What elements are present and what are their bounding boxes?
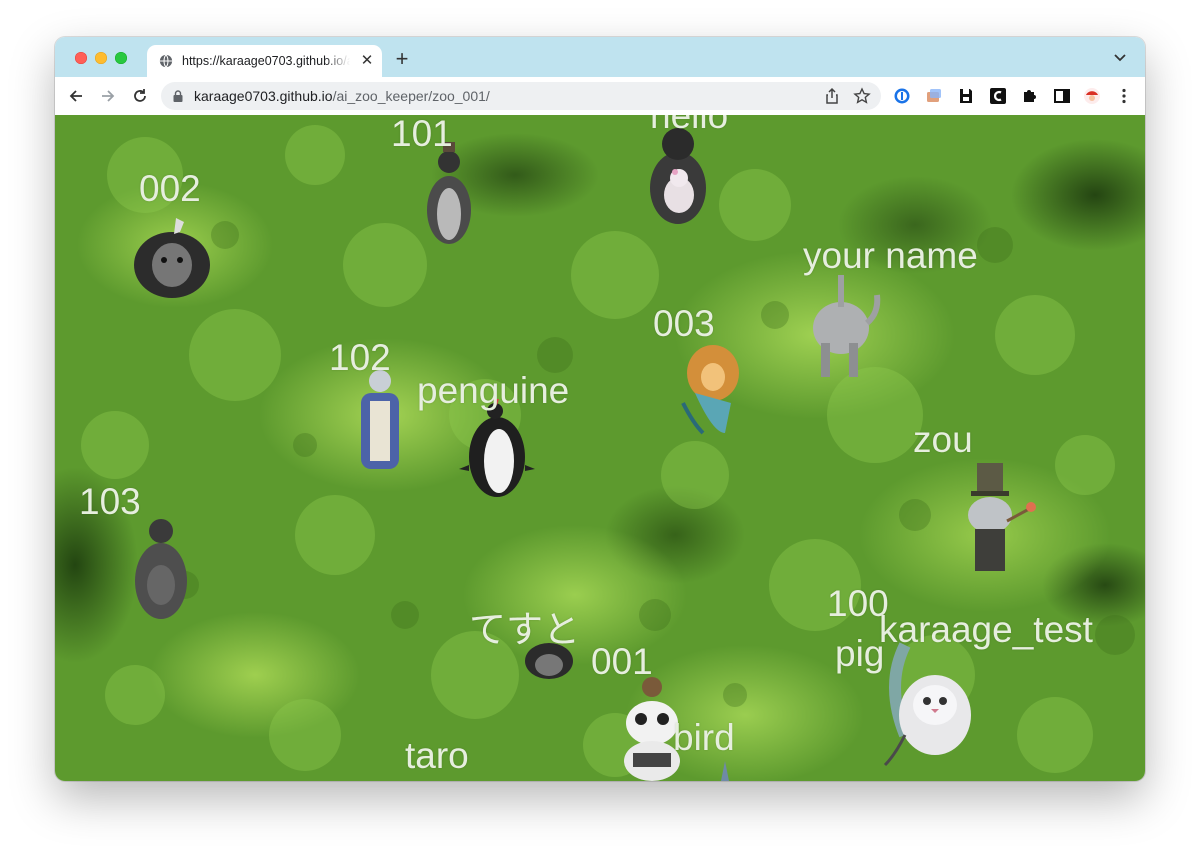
animal-label: 102 — [329, 337, 391, 378]
elephant-top-hat-animal[interactable] — [955, 463, 1039, 573]
close-tab-icon[interactable]: ✕ — [359, 53, 375, 69]
url-domain: karaage0703.github.io — [194, 88, 333, 104]
globe-icon — [159, 54, 173, 68]
tab-strip: https://karaage0703.github.io/ai_zoo_kee… — [55, 37, 1145, 77]
password-manager-icon[interactable] — [893, 87, 911, 105]
animal-label: hello — [650, 115, 729, 136]
close-window-button[interactable] — [75, 52, 87, 64]
active-tab[interactable]: https://karaage0703.github.io/ai_zoo_kee… — [147, 45, 382, 77]
zoo-canvas[interactable]: 101 hello 002 your name 003 102 penguine… — [55, 115, 1145, 781]
extensions-puzzle-icon[interactable] — [1021, 87, 1039, 105]
animal-label: zou — [913, 419, 973, 460]
maximize-window-button[interactable] — [115, 52, 127, 64]
lock-icon[interactable] — [173, 90, 183, 102]
animal-label: てすと — [469, 609, 580, 650]
back-arrow-icon[interactable] — [67, 87, 85, 105]
old-man-figure-animal[interactable] — [355, 367, 405, 471]
profile-avatar-icon[interactable] — [1083, 87, 1101, 105]
extension-c-icon[interactable] — [989, 87, 1007, 105]
gorilla-holding-cat-animal[interactable] — [647, 120, 709, 230]
animal-label: taro — [405, 735, 469, 776]
animal-label: 103 — [79, 481, 141, 522]
animal-label: karaage_test — [879, 609, 1093, 650]
url-path: /ai_zoo_keeper/zoo_001/ — [332, 88, 490, 104]
minimize-window-button[interactable] — [95, 52, 107, 64]
bird-animal[interactable] — [717, 760, 733, 781]
side-panel-icon[interactable] — [1053, 87, 1071, 105]
share-icon[interactable] — [823, 87, 841, 105]
animal-label: 002 — [139, 168, 201, 209]
lion-with-bird-animal[interactable] — [131, 210, 213, 300]
extension-save-icon[interactable] — [957, 87, 975, 105]
tiger-with-bird-animal[interactable] — [875, 635, 975, 775]
animal-label: 001 — [591, 641, 653, 682]
extension-picture-icon[interactable] — [925, 87, 943, 105]
animal-label: your name — [803, 235, 978, 276]
more-menu-icon[interactable] — [1115, 87, 1133, 105]
tab-search-chevron-icon[interactable] — [1113, 53, 1127, 63]
reload-icon[interactable] — [131, 87, 149, 105]
lion-mane-animal[interactable] — [675, 333, 747, 443]
new-tab-icon[interactable]: + — [393, 48, 411, 70]
address-bar[interactable]: karaage0703.github.io/ai_zoo_keeper/zoo_… — [161, 82, 881, 110]
browser-toolbar: karaage0703.github.io/ai_zoo_keeper/zoo_… — [55, 77, 1145, 116]
browser-window: https://karaage0703.github.io/ai_zoo_kee… — [55, 37, 1145, 781]
animal-label: 003 — [653, 303, 715, 344]
forward-arrow-icon[interactable] — [99, 87, 117, 105]
url-text: karaage0703.github.io/ai_zoo_keeper/zoo_… — [194, 88, 490, 104]
elephant-statue-animal[interactable] — [807, 273, 883, 383]
gorilla-sitting-animal[interactable] — [130, 513, 192, 623]
penguin-statue-animal[interactable] — [423, 140, 475, 245]
animal-label: penguine — [417, 370, 570, 411]
animal-label: pig — [835, 633, 885, 674]
tab-title: https://karaage0703.github.io/ai_zoo_kee… — [182, 54, 350, 68]
animal-label: 101 — [391, 115, 453, 154]
animal-label: bird — [673, 717, 735, 758]
bookmark-star-icon[interactable] — [853, 87, 871, 105]
